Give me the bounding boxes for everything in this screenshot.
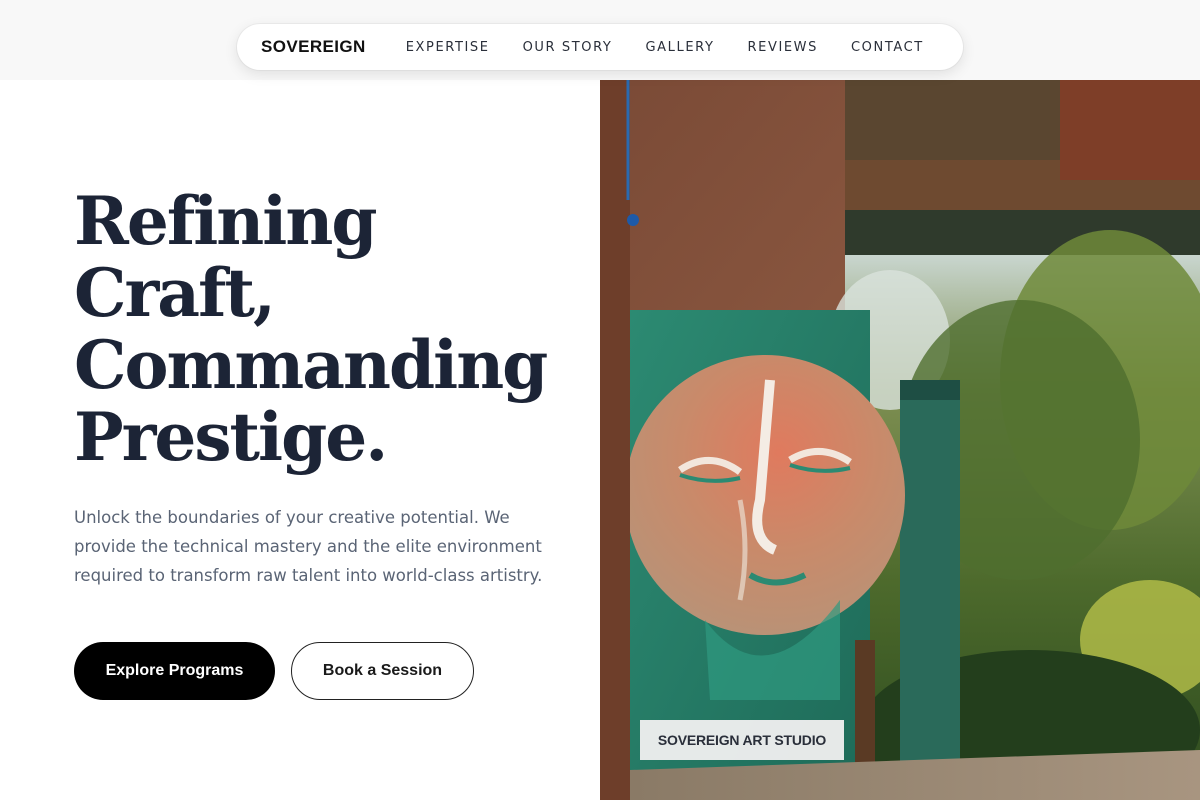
explore-programs-button[interactable]: Explore Programs: [74, 642, 275, 700]
nav-link-our-story[interactable]: OUR STORY: [523, 40, 613, 55]
headline-line: Prestige.: [74, 398, 388, 476]
top-nav: SOVEREIGN EXPERTISE OUR STORY GALLERY RE…: [237, 24, 963, 70]
nav-link-expertise[interactable]: EXPERTISE: [406, 40, 490, 55]
book-session-button[interactable]: Book a Session: [291, 642, 474, 700]
hero-text: Refining Craft, Commanding Prestige. Unl…: [74, 185, 574, 590]
hero-actions: Explore Programs Book a Session: [74, 642, 474, 700]
hero-image: SOVEREIGN ART STUDIO: [600, 80, 1200, 800]
nav-link-reviews[interactable]: REVIEWS: [748, 40, 819, 55]
nav-link-contact[interactable]: CONTACT: [851, 40, 924, 55]
headline-line: Commanding: [74, 326, 548, 404]
brand-logo[interactable]: SOVEREIGN: [261, 37, 366, 57]
nav-link-gallery[interactable]: GALLERY: [645, 40, 714, 55]
painted-face-artwork-photo: [600, 80, 1200, 800]
headline-line: Refining: [74, 182, 378, 260]
headline-line: Craft,: [74, 254, 276, 332]
hero-description: Unlock the boundaries of your creative p…: [74, 508, 543, 585]
studio-caption: SOVEREIGN ART STUDIO: [640, 720, 844, 760]
hero-headline: Refining Craft, Commanding Prestige.: [74, 185, 574, 473]
